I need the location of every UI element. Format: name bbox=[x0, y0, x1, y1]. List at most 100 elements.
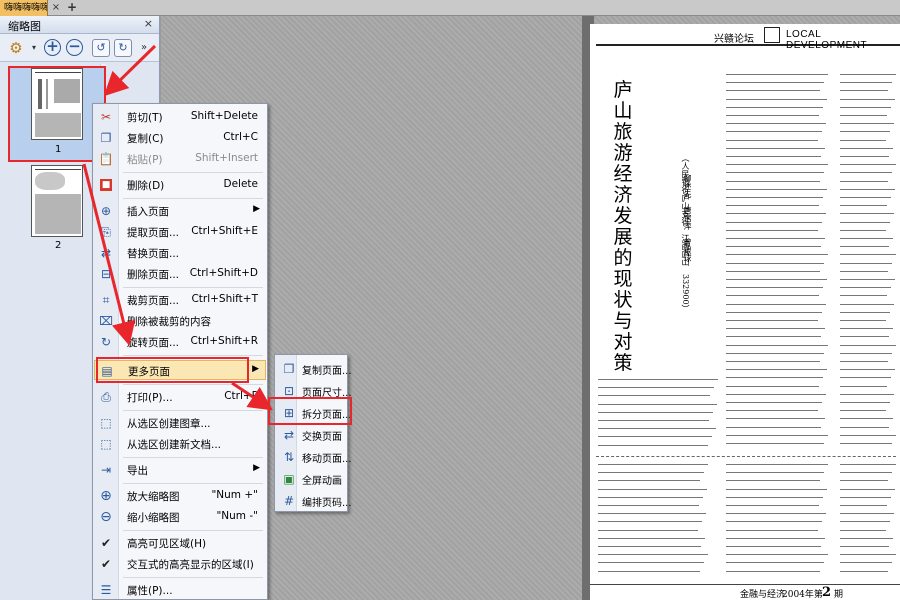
text-line bbox=[840, 328, 893, 330]
submenu-item-page-numbering[interactable]: # 编排页码... bbox=[276, 490, 352, 512]
new-tab-icon[interactable]: + bbox=[66, 1, 78, 14]
rotate-right-icon[interactable]: ↻ bbox=[114, 39, 132, 57]
submenu-item-swap-page[interactable]: ⇄ 交换页面 bbox=[276, 424, 347, 446]
text-line bbox=[840, 496, 891, 498]
crop-page-icon: ⌗ bbox=[102, 293, 110, 307]
text-line bbox=[840, 434, 896, 436]
text-line bbox=[726, 270, 820, 272]
menu-shortcut: Ctrl+C bbox=[223, 131, 258, 143]
menu-item-copy[interactable]: ❐ 复制(C) Ctrl+C bbox=[94, 128, 266, 148]
menu-item-paste[interactable]: 📋 粘贴(P) Shift+Insert bbox=[94, 149, 266, 169]
menu-label: 交换页面 bbox=[302, 432, 342, 443]
panel-close-icon[interactable]: × bbox=[144, 17, 153, 30]
text-line bbox=[726, 279, 827, 280]
menu-item-print[interactable]: ⎙ 打印(P)... Ctrl+P bbox=[94, 387, 266, 407]
tab-close-icon[interactable]: × bbox=[50, 1, 62, 14]
menu-label: 插入页面 bbox=[127, 206, 169, 218]
rotate-page-icon: ↻ bbox=[100, 335, 112, 349]
menu-label: 复制页面... bbox=[302, 366, 352, 377]
menu-item-extract-page[interactable]: ⎘ 提取页面... Ctrl+Shift+E bbox=[94, 222, 266, 242]
text-line bbox=[726, 426, 821, 428]
menu-item-cut[interactable]: ✂ 剪切(T) Shift+Delete bbox=[94, 107, 266, 127]
text-line bbox=[726, 229, 818, 231]
text-line bbox=[726, 98, 827, 100]
menu-item-remove-cropped[interactable]: ⌧ 删除被裁剪的内容 bbox=[94, 311, 266, 331]
panel-title: 缩略图 bbox=[8, 20, 41, 33]
text-line bbox=[598, 513, 706, 515]
panel-header: 缩略图 × bbox=[0, 16, 159, 34]
text-line bbox=[598, 480, 700, 482]
text-line bbox=[840, 197, 891, 198]
menu-shortcut: Ctrl+Shift+D bbox=[189, 267, 258, 279]
menu-shortcut: Ctrl+Shift+T bbox=[191, 293, 258, 305]
rotate-left-icon[interactable]: ↺ bbox=[92, 39, 110, 57]
text-line bbox=[840, 287, 891, 289]
article-title: 庐山旅游经济发展的现状与对策 bbox=[613, 79, 633, 374]
menu-item-enlarge-thumbnails[interactable]: ⊕ 放大缩略图 "Num +" bbox=[94, 486, 266, 506]
gear-icon[interactable]: ⚙ bbox=[6, 38, 26, 58]
more-tools-icon[interactable]: » bbox=[134, 38, 154, 58]
text-line bbox=[840, 295, 887, 297]
menu-label: 编排页码... bbox=[302, 498, 352, 509]
duplicate-page-icon: ❐ bbox=[283, 362, 295, 376]
swap-page-icon: ⇄ bbox=[283, 428, 295, 442]
text-line bbox=[840, 205, 887, 207]
document-tab[interactable]: 嗨嗨嗨嗨嗨 bbox=[0, 0, 48, 16]
text-line bbox=[840, 546, 889, 547]
menu-item-rotate-page[interactable]: ↻ 旋转页面... Ctrl+Shift+R bbox=[94, 332, 266, 352]
text-line bbox=[726, 139, 818, 141]
menu-label: 放大缩略图 bbox=[127, 491, 180, 503]
submenu-item-move-page[interactable]: ⇅ 移动页面... bbox=[276, 446, 352, 468]
menu-label: 删除被裁剪的内容 bbox=[127, 316, 211, 328]
article-organization: （人民银行庐山支行 江西庐山 332900） bbox=[681, 154, 690, 313]
text-line bbox=[840, 410, 886, 412]
thumbnail-page-1[interactable] bbox=[31, 68, 83, 140]
menu-item-create-stamp[interactable]: ⬚ 从选区创建图章... bbox=[94, 413, 266, 433]
text-line bbox=[726, 570, 820, 572]
menu-item-export[interactable]: ⇥ 导出 ▶ bbox=[94, 460, 266, 480]
menu-item-crop-page[interactable]: ⌗ 裁剪页面... Ctrl+Shift+T bbox=[94, 290, 266, 310]
page-footer: 金融与经济 2004年第 2 期 bbox=[590, 584, 900, 600]
menu-item-shrink-thumbnails[interactable]: ⊖ 缩小缩略图 "Num -" bbox=[94, 507, 266, 527]
zoom-in-icon[interactable]: + bbox=[44, 39, 61, 56]
submenu-item-fullscreen-animation[interactable]: ▣ 全屏动画 bbox=[276, 468, 347, 490]
text-line bbox=[726, 402, 822, 403]
menu-item-replace-page[interactable]: ⇄ 替换页面... bbox=[94, 243, 266, 263]
text-line bbox=[726, 295, 819, 297]
menu-item-interactive-highlight[interactable]: ✔ 交互式的高亮显示的区域(I) bbox=[94, 554, 266, 574]
menu-item-delete-page[interactable]: ⊟ 删除页面... Ctrl+Shift+D bbox=[94, 264, 266, 284]
text-line bbox=[726, 537, 825, 539]
header-logo bbox=[764, 27, 780, 43]
text-line bbox=[726, 410, 818, 412]
menu-item-highlight-visible[interactable]: ✔ 高亮可见区域(H) bbox=[94, 533, 266, 553]
text-line bbox=[726, 115, 819, 116]
menu-label: 高亮可见区域(H) bbox=[127, 538, 207, 550]
chevron-down-icon[interactable]: ▾ bbox=[24, 38, 44, 58]
text-line bbox=[840, 246, 889, 248]
text-line bbox=[598, 379, 718, 380]
menu-item-insert-page[interactable]: ⊕ 插入页面 ▶ bbox=[94, 201, 266, 221]
menu-label: 打印(P)... bbox=[127, 392, 173, 404]
menu-item-properties[interactable]: ☰ 属性(P)... bbox=[94, 580, 266, 600]
menu-shortcut: Shift+Delete bbox=[190, 110, 258, 122]
tab-strip: 嗨嗨嗨嗨嗨 × + bbox=[0, 0, 900, 16]
text-line bbox=[726, 303, 826, 305]
zoom-out-icon[interactable]: − bbox=[66, 39, 83, 56]
text-line bbox=[726, 238, 825, 239]
text-line bbox=[840, 426, 889, 428]
text-line bbox=[726, 480, 820, 482]
text-line bbox=[726, 205, 819, 207]
submenu-item-duplicate-page[interactable]: ❐ 复制页面... bbox=[276, 358, 352, 380]
zoom-out-icon: ⊖ bbox=[100, 509, 112, 525]
text-line bbox=[840, 570, 888, 572]
text-line bbox=[840, 402, 890, 403]
text-line bbox=[726, 464, 828, 465]
menu-item-delete[interactable]: ■ 删除(D) Delete bbox=[94, 175, 266, 195]
text-line bbox=[840, 513, 894, 515]
text-line bbox=[726, 496, 823, 498]
text-line bbox=[726, 90, 820, 92]
thumbnail-page-2[interactable] bbox=[31, 165, 83, 237]
text-line bbox=[598, 436, 712, 438]
menu-item-create-document[interactable]: ⬚ 从选区创建新文档... bbox=[94, 434, 266, 454]
page-header: 兴赣论坛 LOCAL DEVELOPMENT bbox=[596, 26, 900, 51]
